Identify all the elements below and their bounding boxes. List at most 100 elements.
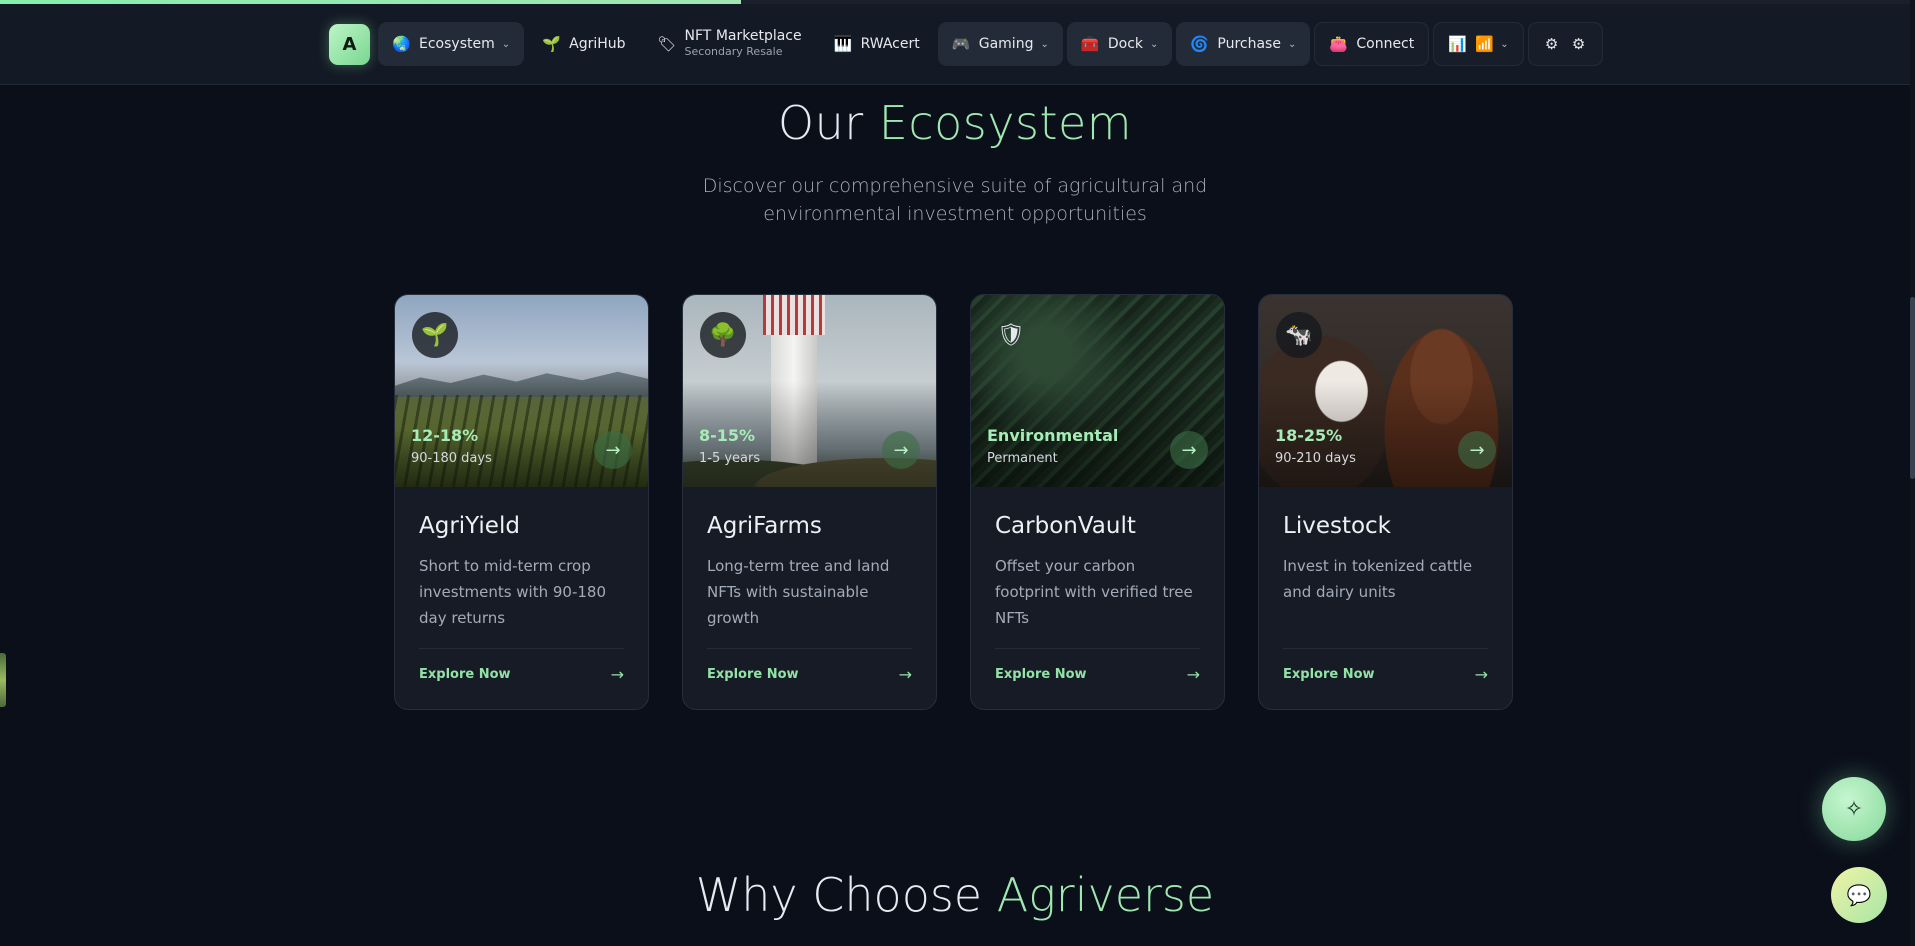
explore-label: Explore Now	[1283, 667, 1375, 682]
nav-ecosystem[interactable]: 🌏 Ecosystem ⌄	[378, 22, 525, 66]
settings-icon[interactable]: ⚙	[1543, 35, 1561, 53]
card-image: 🌳 8-15% 1-5 years →	[683, 295, 936, 487]
divider	[1283, 648, 1488, 649]
sparkle-icon: ✧	[1844, 796, 1864, 822]
card-term: 90-210 days	[1275, 451, 1356, 466]
chevron-down-icon: ⌄	[1500, 38, 1509, 50]
logo-button[interactable]: A	[329, 23, 370, 65]
card-agrifarms[interactable]: 🌳 8-15% 1-5 years → AgriFarms Long-term …	[682, 294, 937, 710]
card-title: AgriFarms	[707, 513, 822, 539]
nav-nft-marketplace-label: NFT Marketplace	[684, 28, 802, 44]
nav-settings[interactable]: ⚙ ⚙	[1527, 22, 1603, 66]
seedling-icon: 🌱	[542, 35, 561, 53]
explore-link[interactable]: Explore Now →	[995, 665, 1200, 684]
explore-link[interactable]: Explore Now →	[707, 665, 912, 684]
ai-assistant-button[interactable]: ✧	[1822, 777, 1886, 841]
card-title: Livestock	[1283, 513, 1392, 539]
arrow-right-icon: →	[1474, 665, 1488, 684]
divider	[707, 648, 912, 649]
nav-nft-marketplace[interactable]: 🏷 NFT Marketplace Secondary Resale	[644, 22, 816, 66]
chat-icon: 💬	[1846, 883, 1872, 907]
card-term: 1-5 years	[699, 451, 761, 466]
seedling-icon: 🌱	[412, 312, 458, 358]
nav-nft-marketplace-sublabel: Secondary Resale	[684, 45, 783, 58]
card-carbonvault[interactable]: 🛡 Environmental Permanent → CarbonVault …	[970, 294, 1225, 710]
scrollbar-thumb[interactable]	[1910, 297, 1915, 479]
card-rate: 12-18%	[411, 426, 479, 445]
stats-icon: 📶	[1475, 35, 1494, 53]
ecosystem-cards: 🌱 12-18% 90-180 days → AgriYield Short t…	[394, 294, 1513, 710]
chevron-down-icon: ⌄	[1150, 38, 1159, 50]
toolbox-icon: 🧰	[1080, 35, 1100, 53]
explore-label: Explore Now	[707, 667, 799, 682]
chevron-down-icon: ⌄	[1040, 38, 1049, 50]
card-title: AgriYield	[419, 513, 520, 539]
section-title: Our Ecosystem	[0, 96, 1910, 150]
side-panel-handle[interactable]	[0, 653, 6, 707]
arrow-right-icon[interactable]: →	[882, 431, 920, 469]
top-navbar: A 🌏 Ecosystem ⌄ 🌱 AgriHub 🏷 NFT Marketpl…	[0, 4, 1910, 85]
section-subtitle: Discover our comprehensive suite of agri…	[702, 175, 1208, 225]
arrow-right-icon: →	[610, 665, 624, 684]
nav-connect[interactable]: 👛 Connect	[1314, 22, 1430, 66]
card-image: 🛡 Environmental Permanent →	[971, 295, 1224, 487]
nav-gaming-label: Gaming	[978, 36, 1034, 52]
chevron-down-icon: ⌄	[1287, 38, 1297, 50]
nav-nft-marketplace-text: NFT Marketplace Secondary Resale	[685, 29, 802, 59]
nav-purchase[interactable]: 🌀 Purchase ⌄	[1176, 22, 1311, 66]
card-rate: 18-25%	[1275, 426, 1343, 445]
card-description: Offset your carbon footprint with verifi…	[995, 557, 1193, 627]
section-title-why: Why Choose Agriverse	[0, 868, 1910, 922]
shield-icon: 🛡	[997, 322, 1025, 348]
explore-label: Explore Now	[419, 667, 511, 682]
globe-icon: 🌏	[392, 35, 411, 53]
card-description: Invest in tokenized cattle and dairy uni…	[1283, 557, 1473, 601]
section-title-why-plain: Why Choose	[695, 868, 983, 922]
chat-button[interactable]: 💬	[1831, 867, 1887, 923]
divider	[995, 648, 1200, 649]
card-title: CarbonVault	[995, 513, 1136, 539]
explore-label: Explore Now	[995, 667, 1087, 682]
cow-icon: 🐄	[1276, 312, 1322, 358]
explore-link[interactable]: Explore Now →	[1283, 665, 1488, 684]
card-image: 🐄 18-25% 90-210 days →	[1259, 295, 1512, 487]
arrow-right-icon[interactable]: →	[1458, 431, 1496, 469]
card-term: Permanent	[987, 451, 1058, 466]
arrow-right-icon[interactable]: →	[594, 431, 632, 469]
card-rate: 8-15%	[699, 426, 756, 445]
card-description: Short to mid-term crop investments with …	[419, 557, 607, 627]
nav-connect-label: Connect	[1356, 36, 1415, 52]
section-title-plain: Our	[777, 96, 864, 150]
arrow-right-icon[interactable]: →	[1170, 431, 1208, 469]
explore-link[interactable]: Explore Now →	[419, 665, 624, 684]
card-livestock[interactable]: 🐄 18-25% 90-210 days → Livestock Invest …	[1258, 294, 1513, 710]
nav-rwacert[interactable]: 🎹 RWAcert	[820, 22, 934, 66]
nav-agrihub-label: AgriHub	[569, 36, 626, 52]
card-image: 🌱 12-18% 90-180 days →	[395, 295, 648, 487]
section-title-accent: Ecosystem	[878, 96, 1133, 150]
nav-dock-label: Dock	[1107, 36, 1143, 52]
nav-agrihub[interactable]: 🌱 AgriHub	[528, 22, 639, 66]
arrow-right-icon: →	[898, 665, 912, 684]
spinner-icon: 🌀	[1190, 35, 1210, 53]
divider	[419, 648, 624, 649]
keyboard-icon: 🎹	[833, 35, 853, 53]
nav-items: A 🌏 Ecosystem ⌄ 🌱 AgriHub 🏷 NFT Marketpl…	[329, 22, 1603, 66]
tag-icon: 🏷	[657, 35, 677, 53]
section-title-why-accent: Agriverse	[996, 868, 1215, 922]
wallet-icon: 👛	[1329, 35, 1349, 53]
card-agriyield[interactable]: 🌱 12-18% 90-180 days → AgriYield Short t…	[394, 294, 649, 710]
gear-icon[interactable]: ⚙	[1570, 35, 1588, 53]
nav-charts-menu[interactable]: 📊 📶 ⌄	[1433, 22, 1524, 66]
nav-gaming[interactable]: 🎮 Gaming ⌄	[937, 22, 1063, 66]
nav-purchase-label: Purchase	[1217, 36, 1281, 52]
chevron-down-icon: ⌄	[501, 38, 511, 50]
bar-chart-icon: 📊	[1448, 35, 1467, 53]
nav-ecosystem-label: Ecosystem	[419, 36, 495, 52]
nav-dock[interactable]: 🧰 Dock ⌄	[1066, 22, 1173, 66]
nav-rwacert-label: RWAcert	[860, 36, 920, 52]
card-description: Long-term tree and land NFTs with sustai…	[707, 557, 890, 627]
arrow-right-icon: →	[1186, 665, 1200, 684]
gamepad-icon: 🎮	[951, 35, 971, 53]
card-rate: Environmental	[987, 426, 1119, 445]
